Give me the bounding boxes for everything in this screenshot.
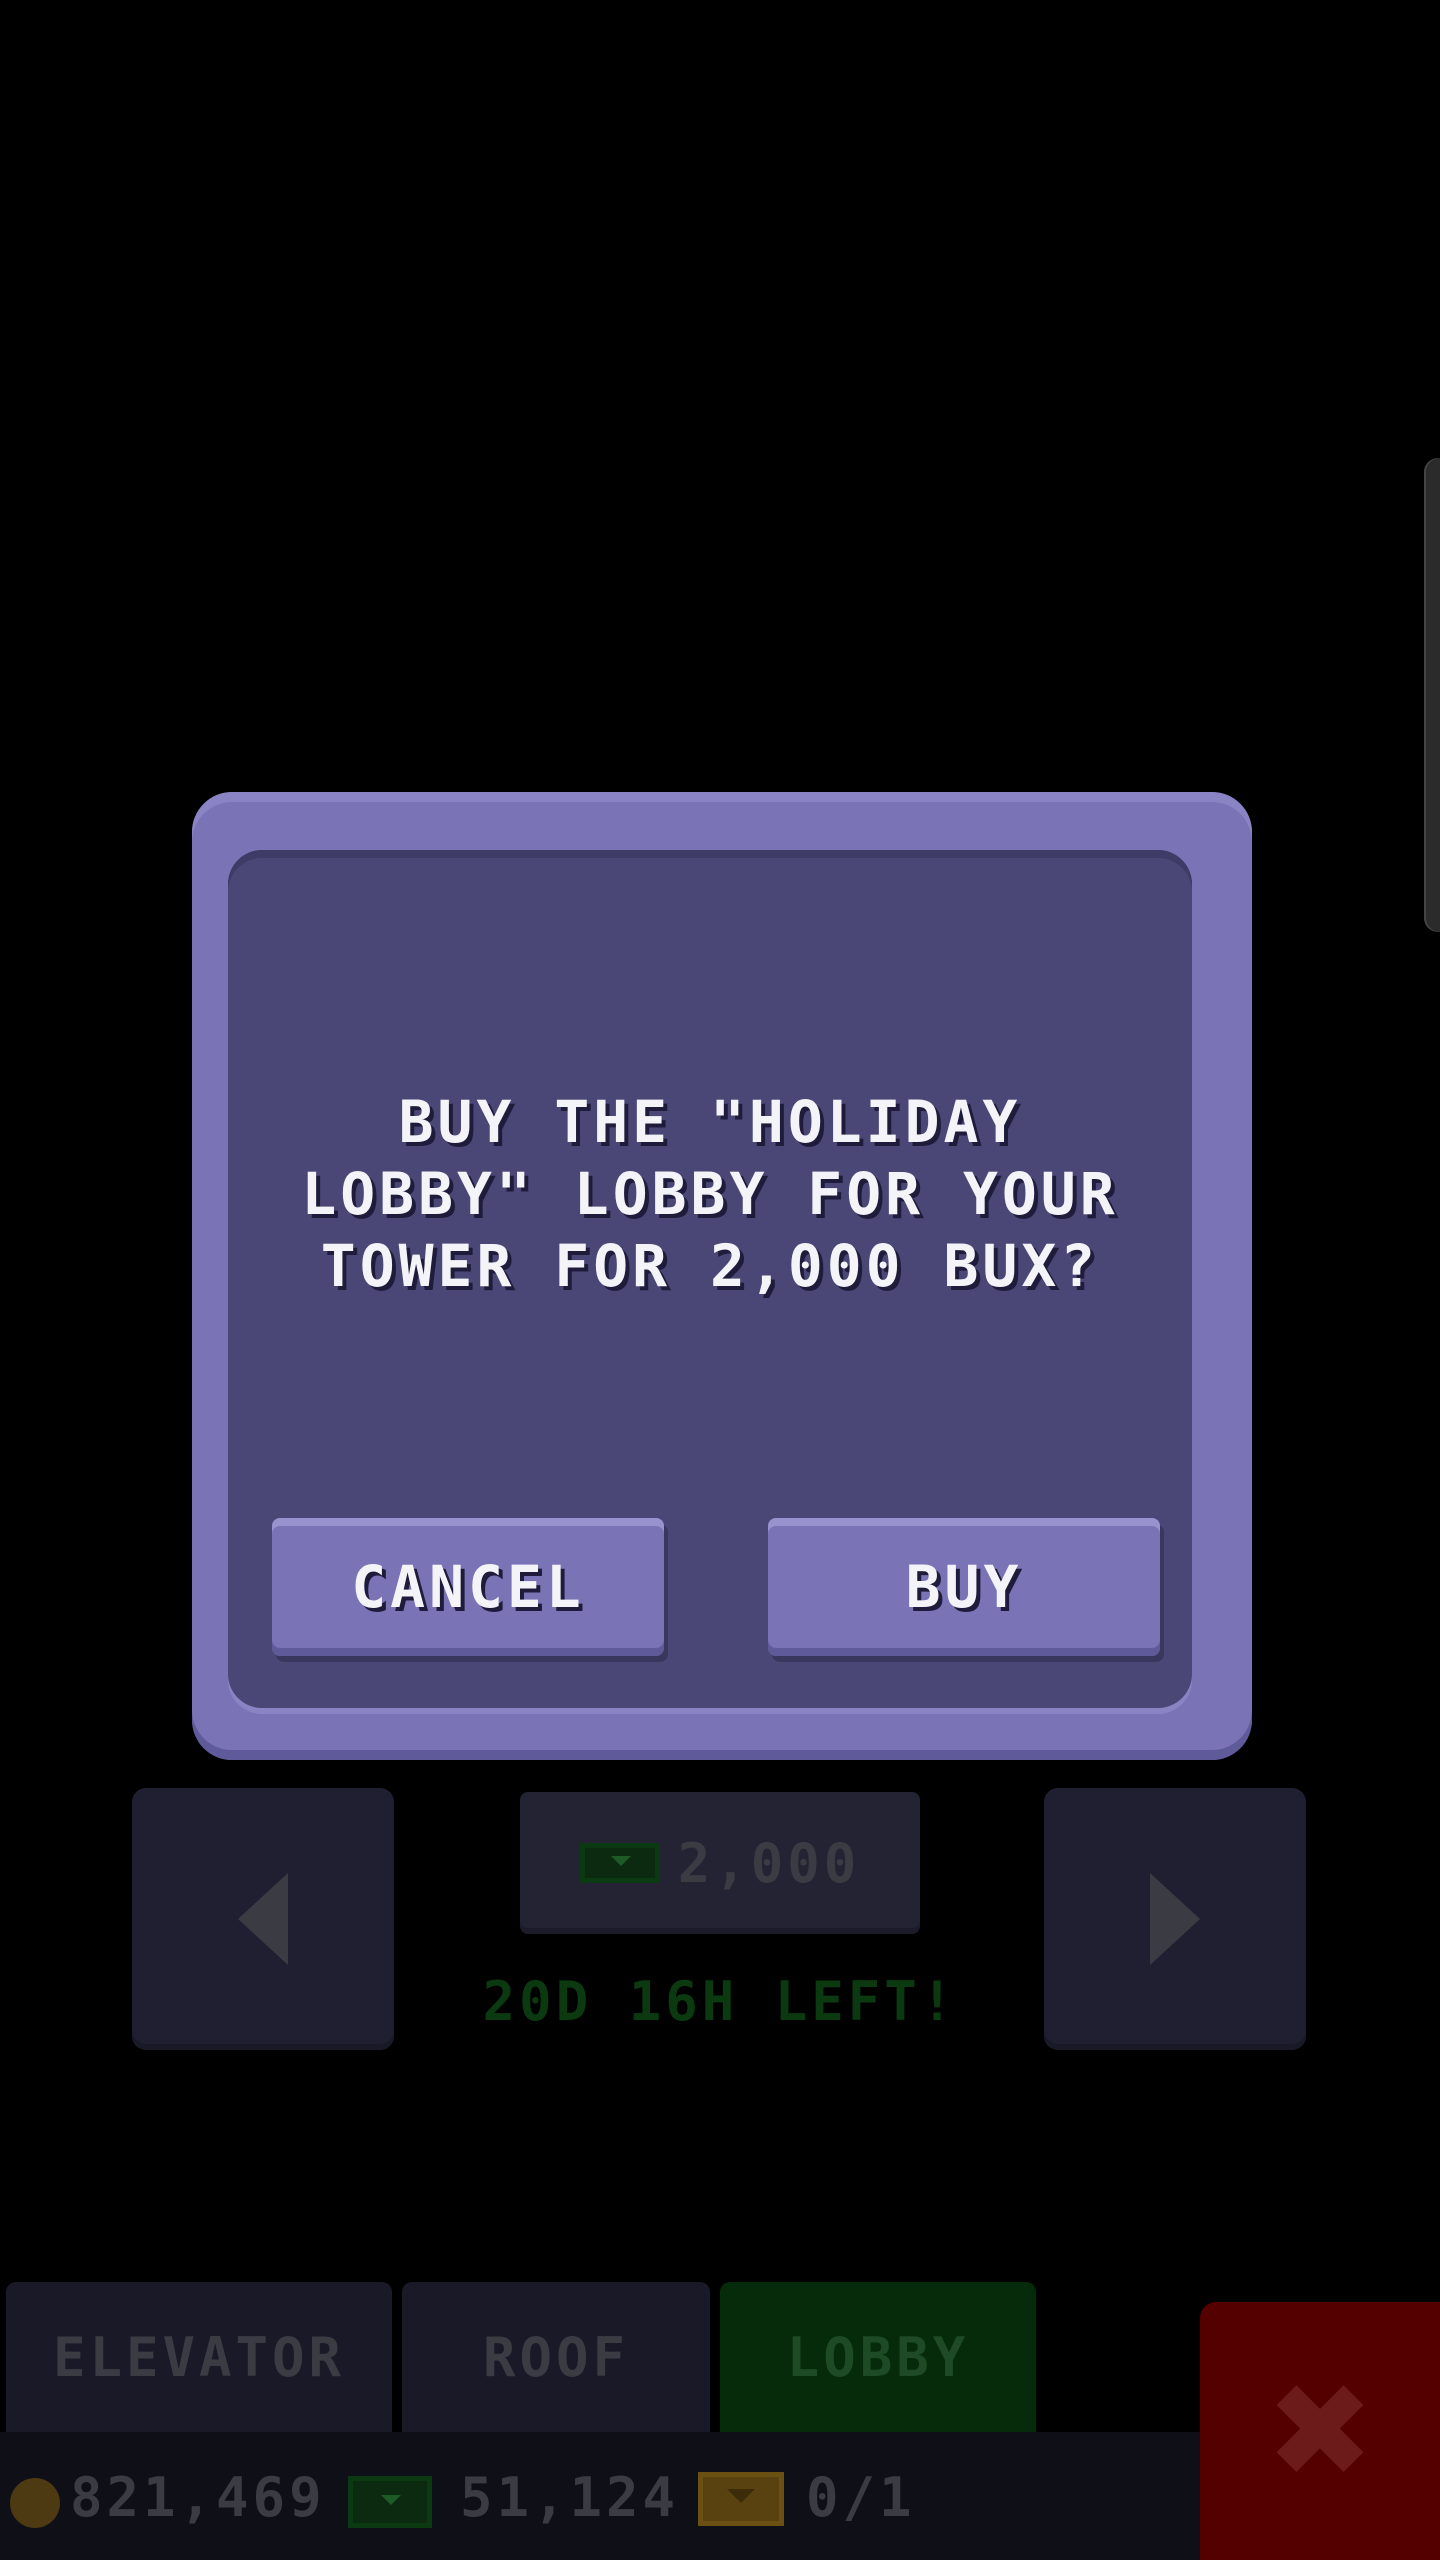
arrow-right-icon [1150,1873,1200,1965]
bux-icon [348,2476,432,2528]
close-button[interactable]: ✖ [1200,2302,1440,2560]
previous-lobby-button[interactable] [132,1788,394,2050]
arrow-left-icon [238,1873,288,1965]
buy-button-label: BUY [905,1553,1023,1621]
price-value: 2,000 [677,1831,861,1895]
cancel-button[interactable]: CANCEL [272,1518,664,1656]
tab-lobby-label: LOBBY [786,2325,970,2389]
next-lobby-button[interactable] [1044,1788,1306,2050]
tab-lobby[interactable]: LOBBY [720,2282,1036,2432]
price-button[interactable]: 2,000 [520,1792,920,1934]
cancel-button-label: CANCEL [351,1553,585,1621]
ticket-icon [698,2472,784,2526]
edge-panel-handle[interactable] [1424,458,1440,932]
dialog-message: BUY THE "HOLIDAY LOBBY" LOBBY FOR YOUR T… [301,1088,1119,1300]
dialog-panel: BUY THE "HOLIDAY LOBBY" LOBBY FOR YOUR T… [228,850,1192,1708]
time-left-label: 20D 16H LEFT! [482,1970,958,2033]
tab-roof-label: ROOF [482,2325,630,2389]
close-icon: ✖ [1265,2355,1375,2507]
coin-icon [10,2478,60,2528]
buy-button[interactable]: BUY [768,1518,1160,1656]
tab-roof[interactable]: ROOF [402,2282,710,2432]
tab-elevator-label: ELEVATOR [52,2325,346,2389]
tab-elevator[interactable]: ELEVATOR [6,2282,392,2432]
coins-value: 821,469 [70,2466,326,2529]
tickets-value: 0/1 [806,2466,916,2529]
bux-icon [579,1843,660,1883]
bux-value: 51,124 [460,2466,680,2529]
purchase-dialog: BUY THE "HOLIDAY LOBBY" LOBBY FOR YOUR T… [192,792,1252,1760]
